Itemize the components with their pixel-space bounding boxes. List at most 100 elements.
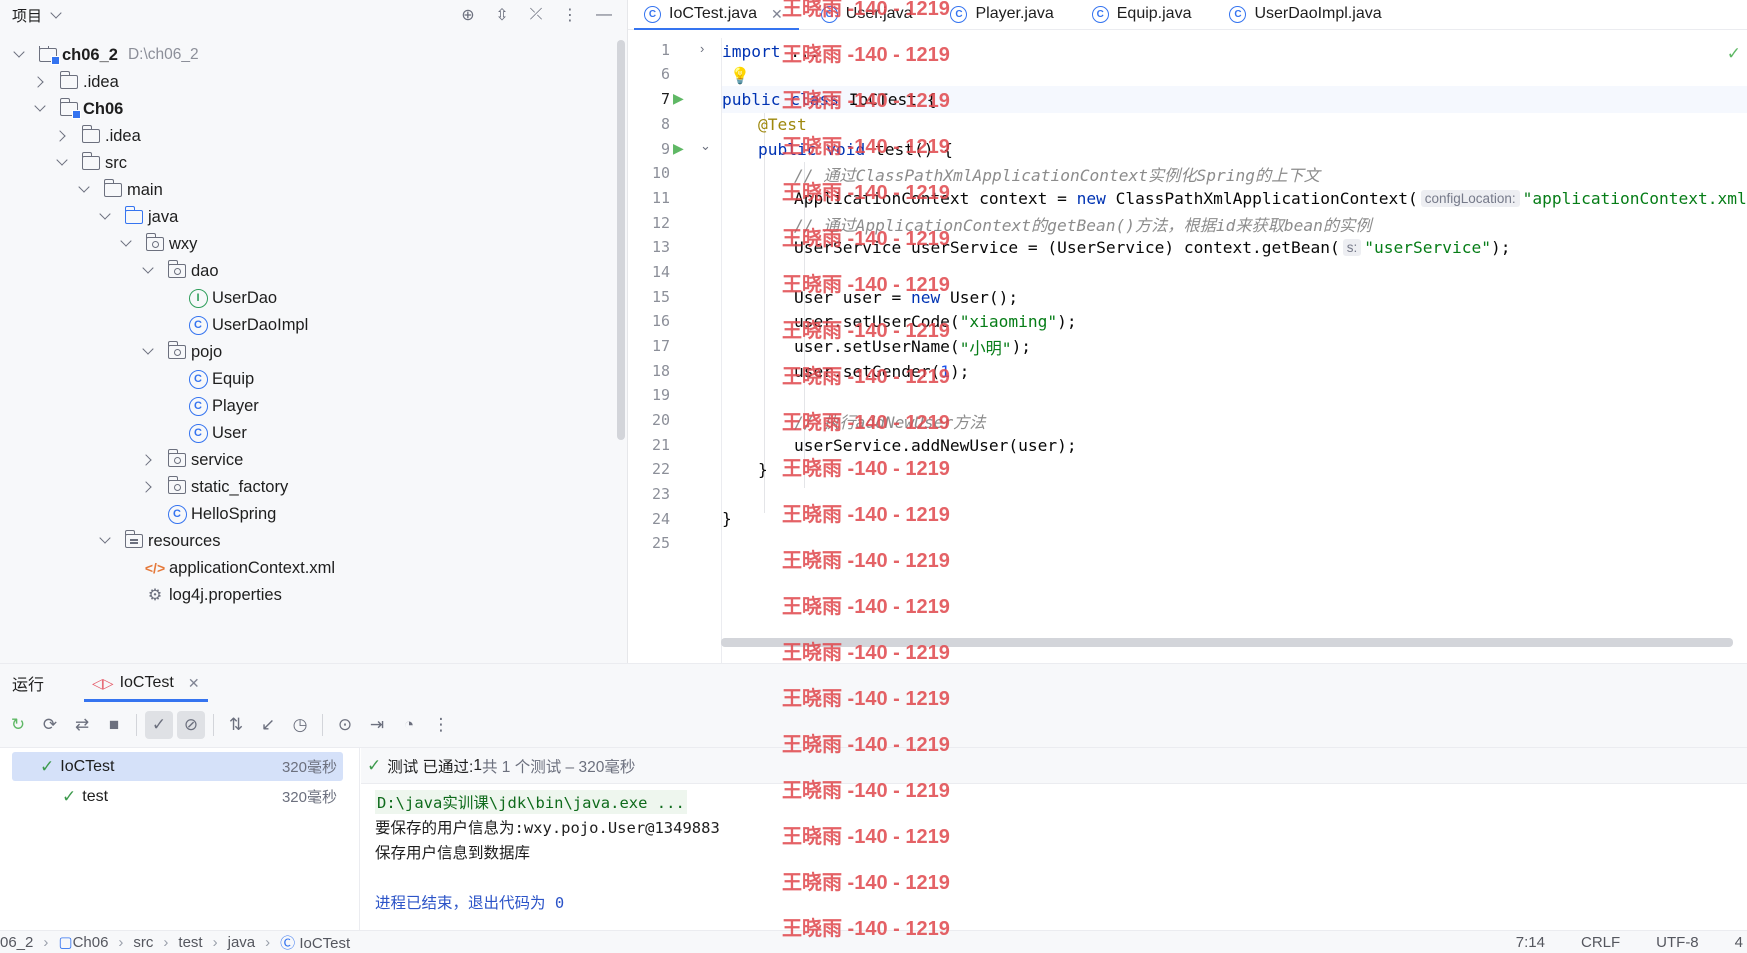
tree-item-hellospring[interactable]: C HelloSpring	[0, 499, 613, 529]
tree-item-static-factory[interactable]: static_factory	[0, 472, 613, 502]
chevron-down-icon[interactable]	[35, 104, 45, 114]
breadcrumb-item[interactable]: Ⓒ IoCTest	[280, 932, 350, 953]
code-area[interactable]: import ... 💡 public class IoCTest { @Tes…	[721, 38, 1747, 663]
tree-item-log4j-properties[interactable]: ⚙ log4j.properties	[0, 580, 613, 610]
tree-item-idea[interactable]: .idea	[0, 67, 613, 97]
line-number: 6	[660, 65, 670, 83]
tree-item-pojo[interactable]: pojo	[0, 337, 613, 367]
tree-item-service[interactable]: service	[0, 445, 613, 475]
tree-item-src[interactable]: src	[0, 148, 613, 178]
tab-ioctest-run[interactable]: ◁▷ IoCTest ✕	[82, 664, 210, 702]
console-command-line[interactable]: D:\java实训课\jdk\bin\java.exe ...	[375, 790, 687, 814]
tree-item-userdaoimpl[interactable]: C UserDaoImpl	[0, 310, 613, 340]
tree-item-ch06[interactable]: Ch06	[0, 94, 613, 124]
tab-user-java[interactable]: C User.java	[805, 0, 935, 29]
export-icon[interactable]: ⇥	[363, 711, 391, 739]
breadcrumb-item[interactable]: 06_2	[0, 934, 33, 951]
toggle-auto-test-icon[interactable]: ⇄	[68, 711, 96, 739]
tree-item-player[interactable]: C Player	[0, 391, 613, 421]
tree-item-label: Equip	[212, 369, 255, 388]
chevron-right-icon[interactable]: ›	[700, 41, 720, 61]
tab-userdaoimpl-java[interactable]: C UserDaoImpl.java	[1213, 0, 1403, 29]
project-tree-scrollbar[interactable]	[617, 40, 625, 440]
chevron-down-icon[interactable]	[79, 185, 89, 195]
code-line: public void test() {	[758, 140, 953, 159]
editor-horizontal-scrollbar[interactable]	[721, 638, 1733, 647]
indent-setting[interactable]: 4	[1735, 934, 1743, 951]
file-encoding[interactable]: UTF-8	[1656, 934, 1699, 951]
tree-item-java[interactable]: java	[0, 202, 613, 232]
chevron-down-icon[interactable]	[143, 347, 153, 357]
test-node-test[interactable]: ✓ test 320毫秒	[12, 782, 343, 811]
breadcrumb-item[interactable]: ▢Ch06	[58, 933, 108, 951]
package-icon	[167, 449, 187, 470]
lightbulb-icon[interactable]: 💡	[730, 62, 750, 89]
sort-icon[interactable]: ⇅	[222, 711, 250, 739]
minimize-icon[interactable]: —	[593, 4, 615, 26]
source-folder-icon	[124, 206, 144, 227]
code-line: User user = new User();	[794, 288, 1019, 307]
coverage-icon[interactable]: ◔	[395, 711, 423, 739]
class-icon: C	[188, 315, 208, 335]
line-number: 20	[651, 411, 670, 429]
chevron-down-icon[interactable]	[50, 7, 62, 19]
module-icon: ▢	[58, 934, 73, 951]
line-number: 16	[651, 312, 670, 330]
line-number: 8	[660, 115, 670, 133]
import-tests-icon[interactable]: ↙	[254, 711, 282, 739]
chevron-right-icon[interactable]	[35, 77, 45, 87]
project-title[interactable]: 项目	[12, 5, 42, 26]
tab-player-java[interactable]: C Player.java	[934, 0, 1075, 29]
rerun-icon[interactable]: ↻	[4, 711, 32, 739]
chevron-down-icon[interactable]: ⌄	[700, 138, 720, 158]
chevron-down-icon[interactable]	[14, 50, 24, 60]
chevron-down-icon[interactable]	[100, 212, 110, 222]
more-options-icon[interactable]: ⋮	[427, 711, 455, 739]
run-test-icon[interactable]: ▶	[673, 90, 693, 110]
chevron-right-icon[interactable]	[57, 131, 67, 141]
line-separator[interactable]: CRLF	[1581, 934, 1620, 951]
chevron-right-icon[interactable]	[143, 455, 153, 465]
breadcrumb-item[interactable]: test	[178, 934, 202, 951]
tab-ioctest-java[interactable]: C IoCTest.java ✕	[628, 0, 805, 30]
show-ignored-icon[interactable]: ⊘	[177, 710, 205, 739]
chevron-down-icon[interactable]	[18, 762, 28, 772]
tree-item-user[interactable]: C User	[0, 418, 613, 448]
rerun-failed-icon[interactable]: ⟳	[36, 711, 64, 739]
tree-item-idea[interactable]: .idea	[0, 121, 613, 151]
run-tab-label: IoCTest	[119, 674, 174, 691]
chevron-right-icon[interactable]	[143, 482, 153, 492]
expand-all-icon[interactable]: ⇳	[491, 4, 513, 26]
screenshot-icon[interactable]: ⊙	[331, 711, 359, 739]
tree-item-applicationcontext-xml[interactable]: </> applicationContext.xml	[0, 553, 613, 583]
tree-item-equip[interactable]: C Equip	[0, 364, 613, 394]
tree-item-resources[interactable]: resources	[0, 526, 613, 556]
breadcrumb-item[interactable]: java	[228, 934, 256, 951]
tree-item-main[interactable]: main	[0, 175, 613, 205]
tree-item-dao[interactable]: dao	[0, 256, 613, 286]
breadcrumb-item[interactable]: src	[133, 934, 153, 951]
chevron-down-icon[interactable]	[121, 239, 131, 249]
run-test-icon[interactable]: ▶	[673, 140, 693, 160]
tree-item-label: src	[105, 153, 127, 172]
tab-equip-java[interactable]: C Equip.java	[1076, 0, 1214, 29]
cursor-position[interactable]: 7:14	[1516, 934, 1545, 951]
chevron-down-icon[interactable]	[100, 536, 110, 546]
locate-icon[interactable]: ⊕	[457, 4, 479, 26]
history-icon[interactable]: ◷	[286, 711, 314, 739]
tree-item-label: java	[148, 207, 179, 226]
tree-item-userdao[interactable]: I UserDao	[0, 283, 613, 313]
chevron-down-icon[interactable]	[57, 158, 67, 168]
line-number: 1	[660, 41, 670, 59]
chevron-down-icon[interactable]	[143, 266, 153, 276]
tree-item-wxy[interactable]: wxy	[0, 229, 613, 259]
collapse-all-icon[interactable]: ⤫	[525, 4, 547, 26]
stop-icon[interactable]: ■	[100, 711, 128, 739]
show-passed-icon[interactable]: ✓	[145, 710, 173, 739]
close-icon[interactable]: ✕	[188, 675, 200, 692]
more-options-icon[interactable]: ⋮	[559, 4, 581, 26]
close-icon[interactable]: ✕	[771, 6, 783, 23]
line-number: 14	[651, 263, 670, 281]
run-console[interactable]: ✓ 测试 已通过: 1 共 1 个测试 – 320毫秒 D:\java实训课\j…	[361, 748, 1747, 930]
test-node-ioctest[interactable]: ✓ IoCTest 320毫秒	[12, 752, 343, 781]
